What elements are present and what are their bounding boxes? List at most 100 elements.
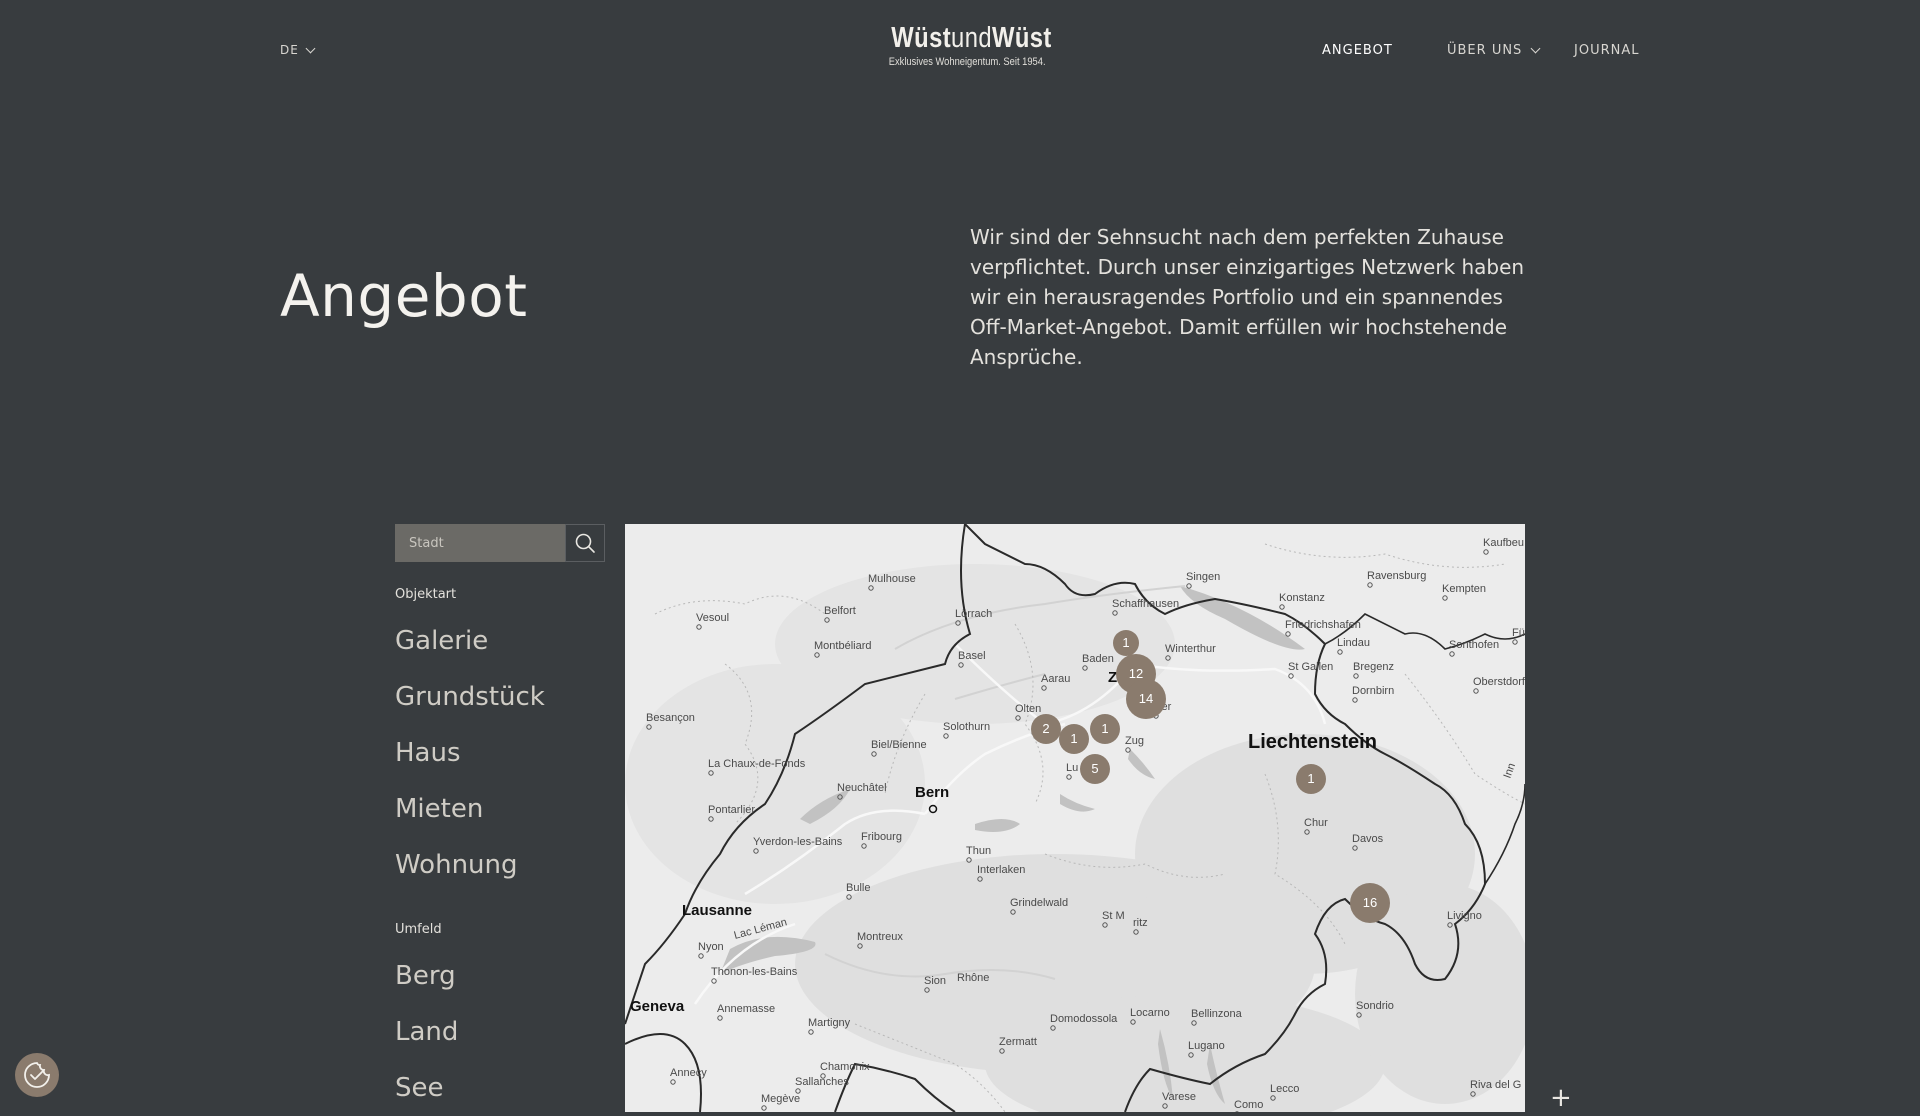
cluster-count: 1 bbox=[1101, 721, 1108, 736]
map-label: Annemasse bbox=[717, 1003, 775, 1015]
map-label: Sonthofen bbox=[1449, 639, 1499, 651]
map-label: Lausanne bbox=[682, 902, 752, 919]
cluster-count: 5 bbox=[1091, 761, 1098, 776]
map-label: Como bbox=[1234, 1099, 1263, 1111]
nav-item-ueber-uns[interactable]: ÜBER UNS bbox=[1447, 43, 1539, 58]
map-label: St M bbox=[1102, 910, 1125, 922]
map-label: Konstanz bbox=[1279, 592, 1325, 604]
map-label: Ravensburg bbox=[1367, 570, 1426, 582]
search-button[interactable] bbox=[565, 524, 605, 562]
map-label: Martigny bbox=[808, 1017, 851, 1029]
map-label: Biel/Bienne bbox=[871, 739, 927, 751]
filter-land[interactable]: Land bbox=[395, 1004, 458, 1060]
map-label: Sondrio bbox=[1356, 1000, 1394, 1012]
map-label: St Gallen bbox=[1288, 661, 1333, 673]
map-label: Bellinzona bbox=[1191, 1008, 1243, 1020]
chevron-down-icon bbox=[1531, 44, 1541, 54]
language-selector[interactable]: DE bbox=[280, 43, 314, 57]
property-map[interactable]: Mulhouse Belfort Lörrach Basel Vesoul Montbél… bbox=[625, 524, 1525, 1112]
map-label: Varese bbox=[1162, 1091, 1196, 1103]
map-label: Friedrichshafen bbox=[1285, 619, 1361, 631]
map-label: Mulhouse bbox=[868, 573, 916, 585]
cluster-count: 1 bbox=[1070, 731, 1077, 746]
map-label: Riva del G bbox=[1470, 1079, 1521, 1091]
filter-see[interactable]: See bbox=[395, 1060, 458, 1116]
map-label: Megève bbox=[761, 1093, 800, 1105]
map-label: Belfort bbox=[824, 605, 856, 617]
map-label: Fribourg bbox=[861, 831, 902, 843]
logo-wordmark: WüstundWüst bbox=[891, 22, 1030, 55]
map-label: Grindelwald bbox=[1010, 897, 1068, 909]
map-label: Geneva bbox=[630, 998, 685, 1015]
umfeld-label: Umfeld bbox=[395, 922, 442, 937]
map-label: Besançon bbox=[646, 712, 695, 724]
map-label: Thun bbox=[966, 845, 991, 857]
map-label: Olten bbox=[1015, 703, 1041, 715]
cluster-count: 1 bbox=[1122, 635, 1129, 650]
property-cluster-marker[interactable]: 1 bbox=[1059, 724, 1089, 754]
filter-grundstueck[interactable]: Grundstück bbox=[395, 669, 545, 725]
search-icon bbox=[574, 532, 596, 554]
map-label: Kaufbeu bbox=[1483, 537, 1524, 549]
nav-label: ANGEBOT bbox=[1322, 43, 1393, 58]
objektart-label: Objektart bbox=[395, 587, 456, 602]
map-label: Davos bbox=[1352, 833, 1384, 845]
property-cluster-marker[interactable]: 16 bbox=[1350, 883, 1390, 923]
map-label: Zug bbox=[1125, 735, 1144, 747]
map-label: Baden bbox=[1082, 653, 1114, 665]
map-label: Montreux bbox=[857, 931, 903, 943]
nav-item-angebot[interactable]: ANGEBOT bbox=[1322, 43, 1393, 58]
property-cluster-marker[interactable]: 2 bbox=[1031, 714, 1061, 744]
cluster-count: 16 bbox=[1363, 895, 1377, 910]
map-label: Rhône bbox=[957, 972, 989, 984]
property-cluster-marker[interactable]: 1 bbox=[1090, 714, 1120, 744]
map-zoom-in-button[interactable]: + bbox=[1550, 1085, 1572, 1111]
page-title: Angebot bbox=[280, 262, 527, 330]
map-label: Livigno bbox=[1447, 910, 1482, 922]
map-label: Lörrach bbox=[955, 608, 992, 620]
map-label: Chur bbox=[1304, 817, 1328, 829]
umfeld-list: Berg Land See bbox=[395, 948, 458, 1116]
map-label: Interlaken bbox=[977, 864, 1025, 876]
property-cluster-marker[interactable]: 5 bbox=[1080, 754, 1110, 784]
map-label: Zermatt bbox=[999, 1036, 1037, 1048]
logo[interactable]: WüstundWüst Exklusives Wohneigentum. Sei… bbox=[876, 22, 1046, 68]
map-label: Lugano bbox=[1188, 1040, 1225, 1052]
nav-label: JOURNAL bbox=[1574, 43, 1639, 58]
nav-item-journal[interactable]: JOURNAL bbox=[1574, 43, 1639, 58]
filter-berg[interactable]: Berg bbox=[395, 948, 458, 1004]
map-canvas[interactable]: Mulhouse Belfort Lörrach Basel Vesoul Montbél… bbox=[625, 524, 1525, 1112]
property-cluster-marker[interactable]: 1 bbox=[1296, 764, 1326, 794]
map-label: Thonon-les-Bains bbox=[711, 966, 798, 978]
map-label: Bregenz bbox=[1353, 661, 1394, 673]
map-label: Lecco bbox=[1270, 1083, 1299, 1095]
map-label: Basel bbox=[958, 650, 986, 662]
city-search-input[interactable] bbox=[395, 524, 565, 562]
city-search bbox=[395, 524, 605, 562]
intro-text: Wir sind der Sehnsucht nach dem perfekte… bbox=[970, 222, 1530, 372]
property-cluster-marker[interactable]: 14 bbox=[1126, 679, 1166, 719]
cluster-count: 14 bbox=[1139, 691, 1153, 706]
map-label: Aarau bbox=[1041, 673, 1070, 685]
map-label: Chamonix bbox=[820, 1061, 870, 1073]
cluster-count: 12 bbox=[1129, 666, 1143, 681]
filter-galerie[interactable]: Galerie bbox=[395, 613, 545, 669]
cluster-count: 1 bbox=[1307, 771, 1314, 786]
cookie-icon bbox=[22, 1060, 52, 1090]
chevron-down-icon bbox=[305, 43, 315, 53]
map-label: Vesoul bbox=[696, 612, 729, 624]
map-label: Neuchâtel bbox=[837, 782, 887, 794]
property-cluster-marker[interactable]: 1 bbox=[1113, 630, 1139, 656]
filter-wohnung[interactable]: Wohnung bbox=[395, 837, 545, 893]
filter-mieten[interactable]: Mieten bbox=[395, 781, 545, 837]
map-label: Füs bbox=[1512, 627, 1525, 639]
map-label: Sallanches bbox=[795, 1076, 849, 1088]
map-label: Annecy bbox=[670, 1067, 707, 1079]
cluster-count: 2 bbox=[1042, 721, 1049, 736]
map-label: Singen bbox=[1186, 571, 1220, 583]
cookie-settings-button[interactable] bbox=[15, 1053, 59, 1097]
language-label: DE bbox=[280, 43, 299, 57]
filter-haus[interactable]: Haus bbox=[395, 725, 545, 781]
map-label: Montbéliard bbox=[814, 640, 871, 652]
map-label: Winterthur bbox=[1165, 643, 1216, 655]
